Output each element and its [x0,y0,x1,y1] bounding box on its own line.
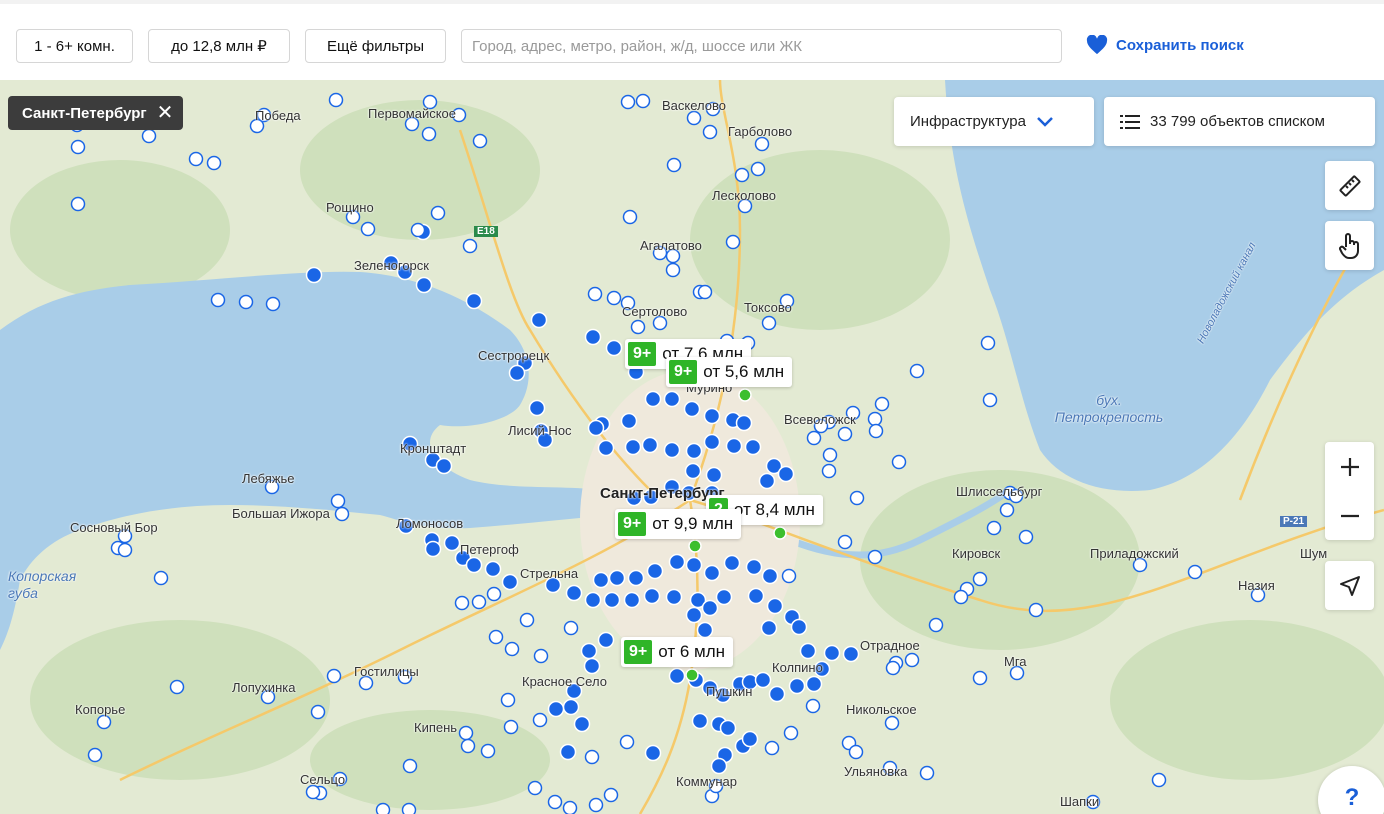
place-label: Большая Ижора [232,506,330,521]
list-view-button[interactable]: 33 799 объектов списком [1104,97,1375,146]
place-label: Приладожский [1090,546,1179,561]
city-chip-label: Санкт-Петербург [22,104,147,122]
place-label: Первомайское [368,106,457,121]
place-label: Зеленогорск [354,258,429,273]
save-search-label: Сохранить поиск [1116,36,1244,54]
price-cluster-tag[interactable]: 9+ от 6 млн [621,637,734,667]
geolocation-button[interactable] [1325,561,1374,610]
price-filter-button[interactable]: до 12,8 млн ₽ [148,29,290,63]
place-label: Ломоносов [396,516,464,531]
place-label: Лебяжье [242,471,295,486]
place-label: Красное Село [522,674,607,689]
water-label: Копорская губа [8,568,77,601]
place-label: Токсово [744,300,792,315]
infrastructure-label: Инфраструктура [910,113,1026,130]
place-label: Шум [1300,546,1328,561]
ruler-icon [1339,175,1360,196]
price-cluster-tag[interactable]: 9+ от 5,6 млн [666,357,793,387]
close-icon[interactable]: ✕ [157,103,174,123]
road-label: Р-21 [1280,516,1308,527]
place-label: Коммунар [676,774,737,789]
cluster-count: 9+ [624,640,653,664]
cluster-price: от 6 млн [658,642,726,661]
infrastructure-dropdown[interactable]: Инфраструктура [894,97,1094,146]
hand-pointer-icon [1338,232,1359,259]
place-label: Колпино [772,660,823,675]
water-label: бух. Петрокрепость [1054,392,1164,425]
city-chip[interactable]: Санкт-Петербург ✕ [8,96,184,130]
place-label: Сестрорецк [478,348,550,363]
rooms-filter-button[interactable]: 1 - 6+ комн. [16,29,133,63]
place-label: Шапки [1060,794,1100,809]
listing-markers [69,92,1266,814]
place-label: Сертолово [622,304,688,319]
place-label: Гарболово [728,124,793,139]
minus-icon [1340,514,1359,517]
search-input[interactable] [461,29,1062,63]
list-icon [1120,114,1140,129]
road-label: E18 [474,226,498,237]
plus-icon [1340,457,1359,476]
zoom-control [1325,442,1374,540]
place-label: Рощино [326,200,374,215]
chevron-down-icon [1037,116,1053,127]
place-label: Лопухинка [232,680,296,695]
zoom-out-button[interactable] [1325,491,1374,540]
map-area[interactable]: Победа Первомайское Васкелово Гарболово … [0,80,1384,814]
ruler-tool-button[interactable] [1325,161,1374,210]
draw-area-tool-button[interactable] [1325,221,1374,270]
place-label: Победа [255,108,301,123]
cluster-count: 9+ [669,360,698,384]
place-label: Кронштадт [400,441,467,456]
place-label: Пушкин [706,684,753,699]
place-label: Лисий Нос [508,423,572,438]
more-filters-button[interactable]: Ещё фильтры [305,29,446,63]
list-view-label: 33 799 объектов списком [1150,113,1325,130]
place-label: Лесколово [712,188,776,203]
cluster-price: от 8,4 млн [733,500,815,519]
heart-icon [1086,35,1108,55]
place-label: Назия [1238,578,1275,593]
place-label: Стрельна [520,566,579,581]
place-label: Петергоф [460,542,519,557]
place-label: Васкелово [662,98,726,113]
zoom-in-button[interactable] [1325,442,1374,491]
place-label: Ульяновка [844,764,908,779]
cluster-price: от 5,6 млн [703,362,785,381]
place-label: Шлиссельбург [956,484,1043,499]
place-label: Всеволожск [784,412,856,427]
place-label: Мга [1004,654,1027,669]
place-label: Сельцо [300,772,346,787]
place-label: Копорье [75,702,126,717]
place-label: Кипень [414,720,458,735]
filter-bar: 1 - 6+ комн. до 12,8 млн ₽ Ещё фильтры С… [0,0,1384,80]
place-label: Сосновый Бор [70,520,158,535]
place-label: Агалатово [640,238,702,253]
place-label: Отрадное [860,638,920,653]
price-cluster-tag[interactable]: 9+ от 9,9 млн [615,509,742,539]
save-search-button[interactable]: Сохранить поиск [1086,35,1244,55]
cluster-count: 9+ [628,342,657,366]
cluster-price: от 9,9 млн [652,514,734,533]
location-arrow-icon [1339,575,1360,596]
cluster-count: 9+ [618,512,647,536]
place-label: Кировск [952,546,1001,561]
place-label: Гостилицы [354,664,419,679]
place-label: Никольское [846,702,917,717]
